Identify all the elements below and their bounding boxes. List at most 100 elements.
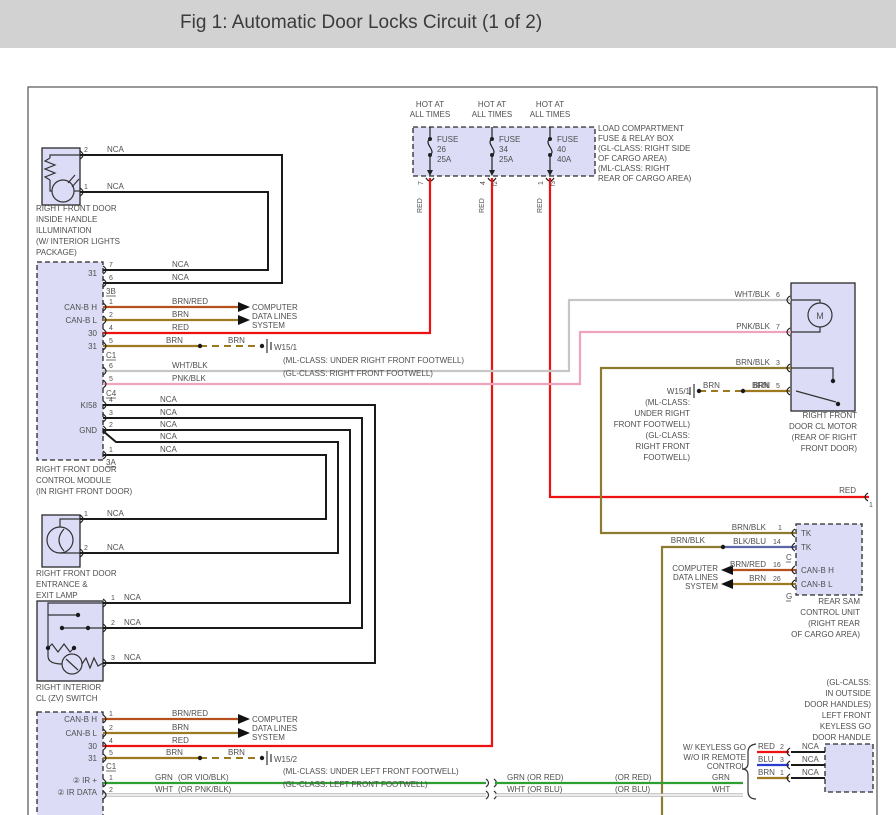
diagram-label: (ML-CLASS: RIGHT — [598, 164, 670, 173]
diagram-label: RED — [479, 198, 486, 213]
diagram-label: W15/1 — [274, 343, 298, 352]
diagram-label: BRN — [228, 748, 245, 757]
diagram-label: CAN-B H — [64, 715, 97, 724]
bottom-module-box — [37, 712, 103, 815]
diagram-label: ALL TIMES — [530, 110, 570, 119]
diagram-label: 31 — [88, 754, 97, 763]
diagram-label: BRN/BLK — [732, 523, 767, 532]
diagram-label: HOT AT — [416, 100, 444, 109]
junction-dot — [198, 344, 202, 348]
diagram-label: DOOR HANDLES) — [804, 700, 871, 709]
diagram-label: BRN — [758, 768, 775, 777]
diagram-label: BRN — [752, 381, 769, 390]
diagram-label: 14 — [773, 539, 781, 546]
diagram-label: UNDER RIGHT — [634, 409, 690, 418]
wire-nca-mod3-sw2 — [103, 418, 362, 628]
diagram-label: GRN — [155, 773, 173, 782]
diagram-label: W/ KEYLESS GO — [683, 743, 746, 752]
diagram-label: ② IR + — [73, 776, 98, 785]
diagram-label: RED — [839, 486, 856, 495]
junction-dot — [198, 756, 202, 760]
diagram-label: BLU — [758, 755, 774, 764]
diagram-label: FOOTWELL) — [643, 453, 690, 462]
junction-dot — [86, 626, 90, 630]
junction-dot — [721, 545, 725, 549]
diagram-label: IN OUTSIDE — [825, 689, 871, 698]
diagram-label: REAR OF CARGO AREA) — [598, 174, 692, 183]
diagram-label: 3 — [109, 410, 113, 417]
entrance-exit-lamp-box — [42, 515, 80, 567]
diagram-label: BRN — [749, 574, 766, 583]
diagram-label: 3B — [106, 287, 116, 296]
junction-dot — [260, 344, 264, 348]
diagram-label: RED — [417, 198, 424, 213]
diagram-label: 7 — [418, 181, 425, 185]
diagram-label: 1 — [84, 511, 88, 518]
diagram-label: 2 — [109, 725, 113, 732]
diagram-label: 4 — [109, 738, 113, 745]
diagram-label: ALL TIMES — [472, 110, 512, 119]
diagram-label: NCA — [107, 145, 125, 154]
diagram-label: GND — [79, 426, 97, 435]
diagram-label: 4 — [109, 325, 113, 332]
diagram-label: 1 — [109, 299, 113, 306]
diagram-label: 6 — [109, 275, 113, 282]
diagram-label: 1 — [109, 447, 113, 454]
diagram-label: G — [786, 592, 792, 601]
diagram-label: 1 — [778, 525, 782, 532]
diagram-label: GRN (OR RED) — [507, 773, 564, 782]
diagram-label: TK — [801, 529, 812, 538]
diagram-label: RIGHT FRONT — [802, 411, 857, 420]
diagram-label: 5 — [109, 750, 113, 757]
diagram-label: 1 — [84, 184, 88, 191]
diagram-label: W15/1 — [667, 387, 691, 396]
diagram-label: DATA LINES — [252, 312, 297, 321]
diagram-label: RED — [537, 198, 544, 213]
junction-dot — [46, 646, 50, 650]
diagram-label: WHT — [712, 785, 730, 794]
diagram-label: 5 — [109, 338, 113, 345]
diagram-label: (GL-CLASS: — [646, 431, 690, 440]
diagram-label: CAN-B L — [65, 729, 97, 738]
diagram-label: ENTRANCE & — [36, 580, 88, 589]
data-line-arrow — [238, 302, 250, 312]
diagram-label: 2 — [109, 787, 113, 794]
data-line-arrow — [238, 714, 250, 724]
diagram-label: 2 — [84, 545, 88, 552]
diagram-label: 16 — [773, 562, 781, 569]
diagram-label: NCA — [160, 432, 178, 441]
diagram-label: PNK/BLK — [736, 322, 770, 331]
diagram-label: NCA — [107, 509, 125, 518]
diagram-label: DATA LINES — [252, 724, 297, 733]
diagram-border — [28, 87, 877, 815]
diagram-label: EXIT LAMP — [36, 591, 78, 600]
diagram-label: NCA — [802, 768, 820, 777]
diagram-label: ALL TIMES — [410, 110, 450, 119]
diagram-label: f3 — [551, 180, 557, 186]
diagram-label: (GL-CLASS: RIGHT SIDE — [598, 144, 690, 153]
diagram-label: 30 — [88, 742, 97, 751]
diagram-label: RIGHT FRONT — [635, 442, 690, 451]
diagram-label: RIGHT INTERIOR — [36, 683, 101, 692]
junction-dot — [697, 389, 701, 393]
diagram-label: CAN-B H — [64, 303, 97, 312]
diagram-label: NCA — [802, 755, 820, 764]
diagram-label: COMPUTER — [252, 303, 298, 312]
keyless-go-handle-box — [825, 744, 873, 792]
diagram-label: OF CARGO AREA) — [598, 154, 667, 163]
diagram-label: 3 — [776, 360, 780, 367]
diagram-label: BRN/RED — [172, 709, 208, 718]
diagram-label: 40A — [557, 155, 572, 164]
diagram-label: BRN — [166, 748, 183, 757]
diagram-label: RIGHT FRONT DOOR — [36, 465, 117, 474]
diagram-label: NCA — [172, 273, 190, 282]
diagram-label: HOT AT — [536, 100, 564, 109]
diagram-label: (GL-CLASS: RIGHT FRONT FOOTWELL) — [283, 369, 433, 378]
diagram-label: INSIDE HANDLE — [36, 215, 97, 224]
diagram-label: NCA — [107, 182, 125, 191]
diagram-label: LOAD COMPARTMENT — [598, 124, 684, 133]
diagram-label: (W/ INTERIOR LIGHTS — [36, 237, 120, 246]
diagram-label: DATA LINES — [673, 573, 718, 582]
diagram-label: COMPUTER — [672, 564, 718, 573]
diagram-label: (REAR OF RIGHT — [792, 433, 857, 442]
